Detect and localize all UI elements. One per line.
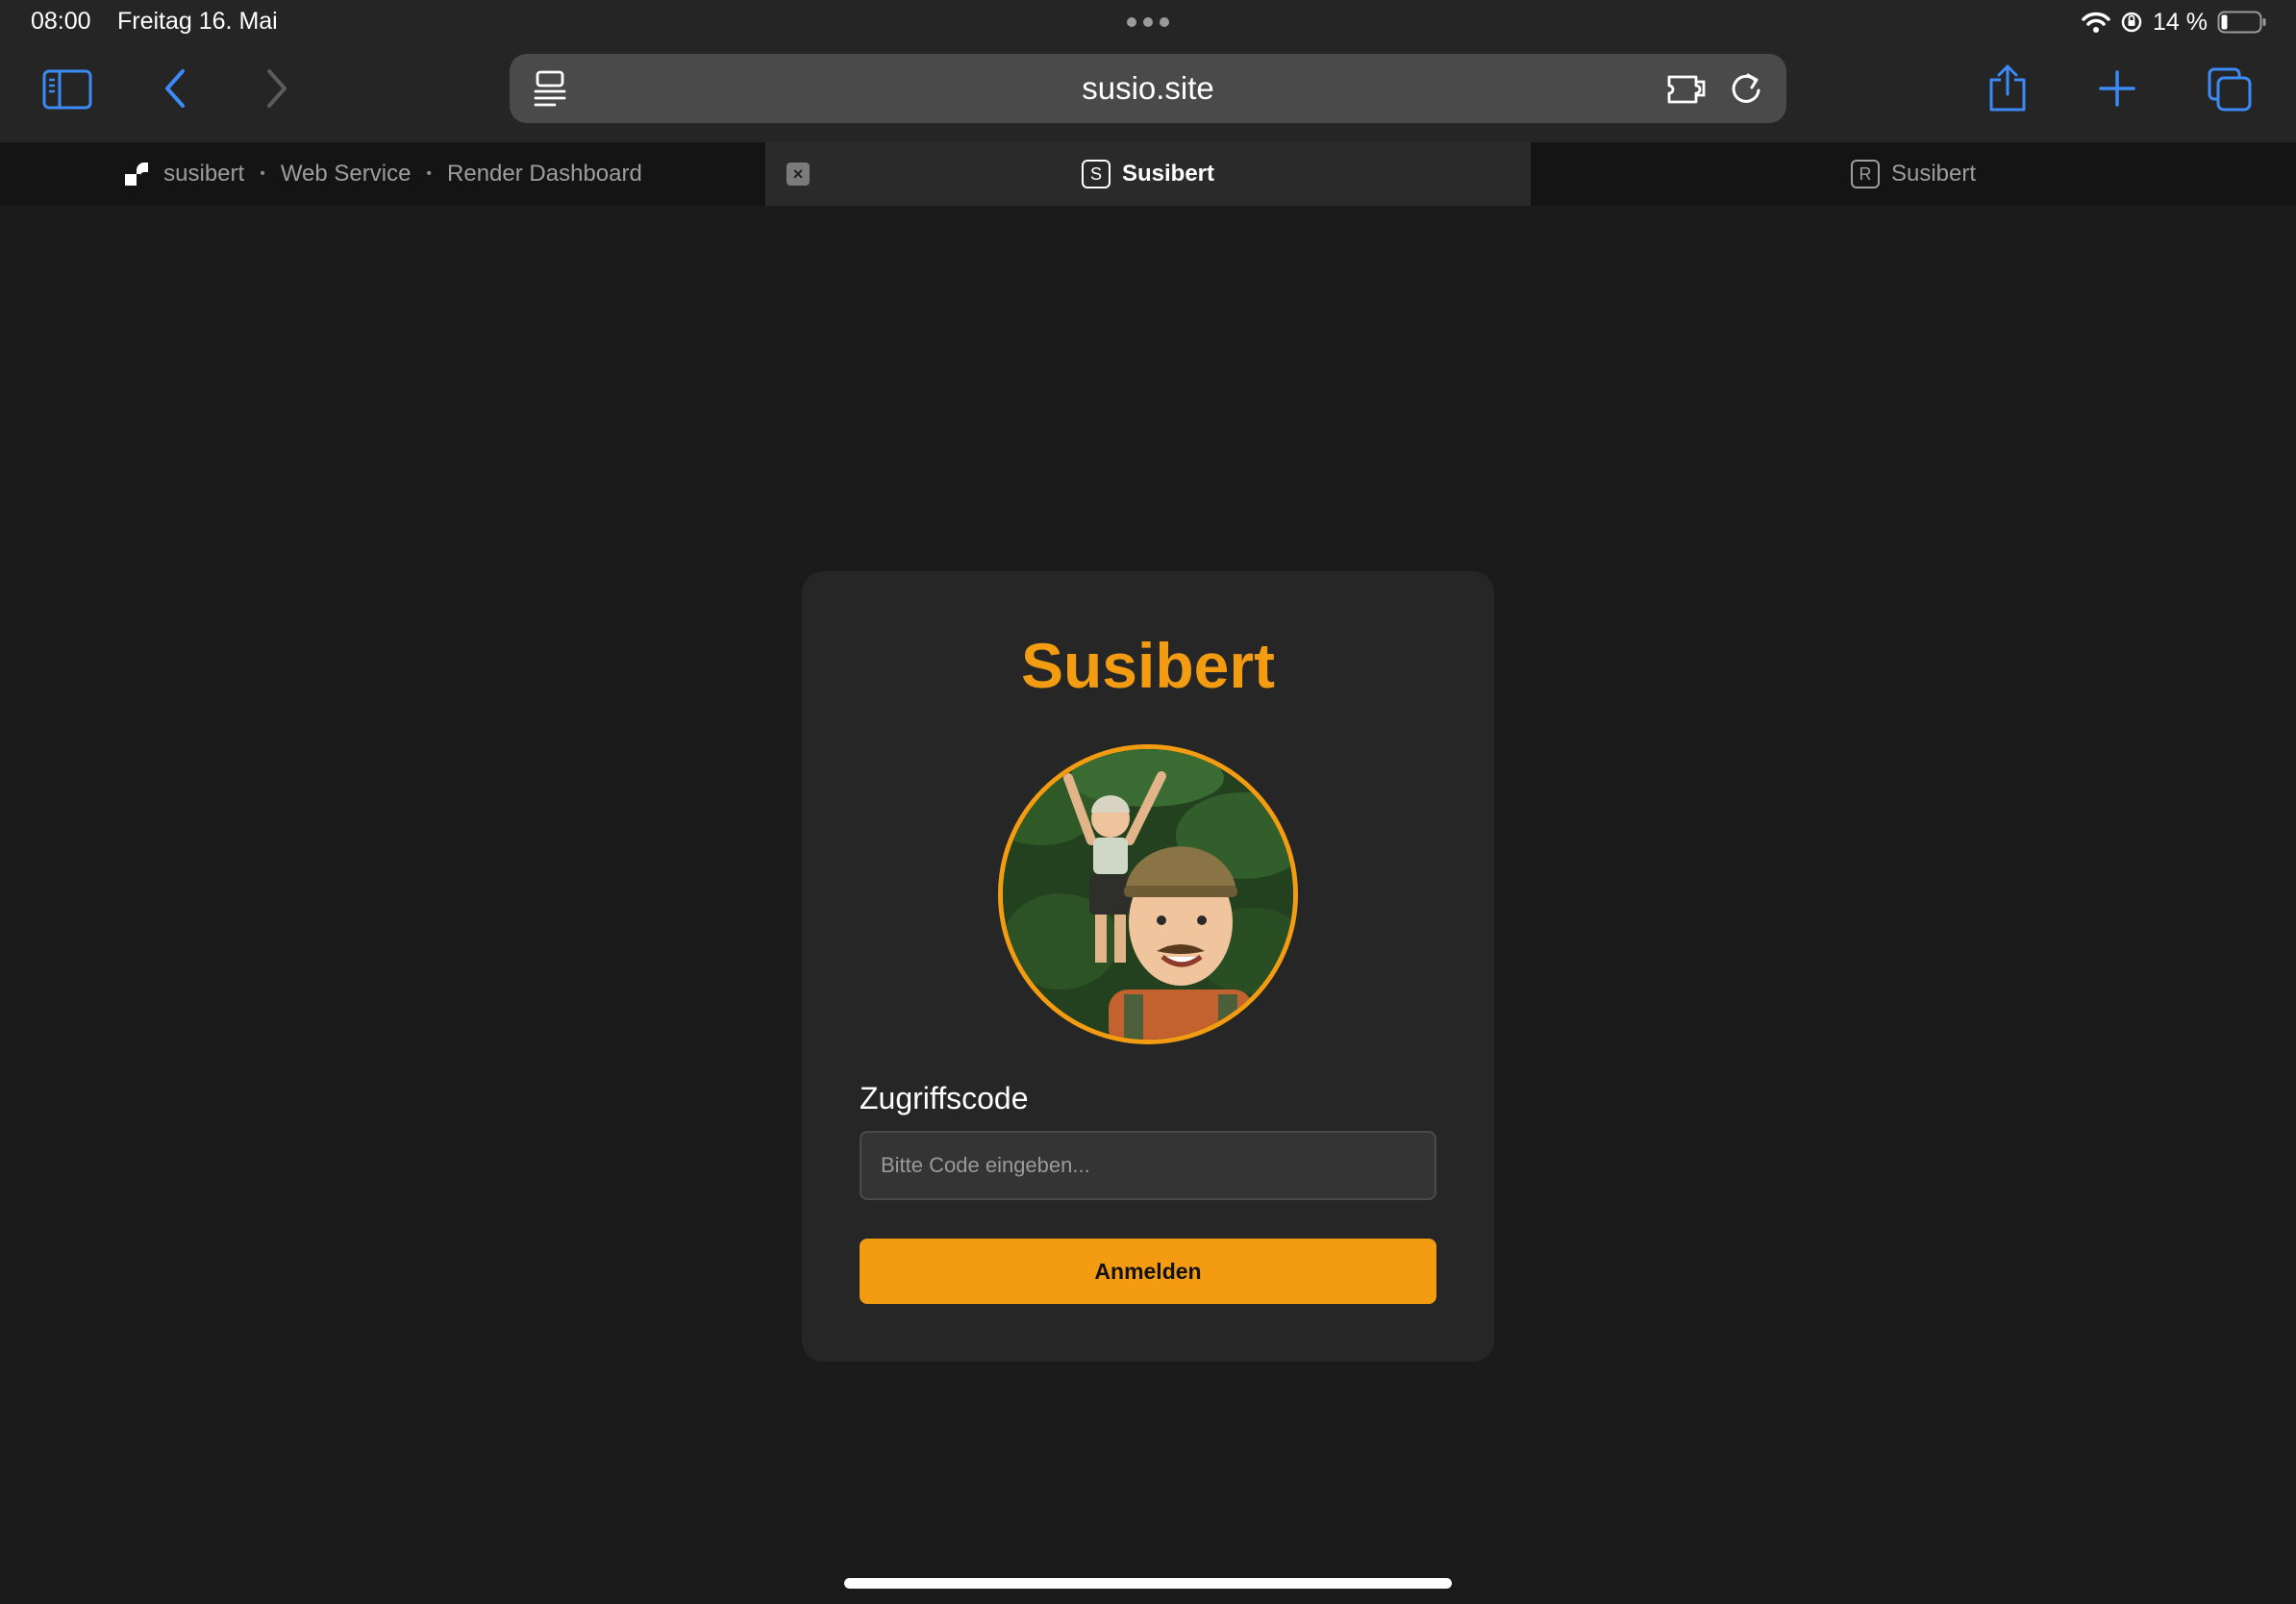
url-text[interactable]: susio.site — [510, 54, 1786, 123]
share-icon[interactable] — [1984, 62, 2031, 115]
wifi-icon — [2082, 11, 2110, 34]
tab-susibert[interactable]: R Susibert — [1531, 142, 2296, 206]
home-indicator[interactable] — [844, 1578, 1452, 1589]
login-card: Susibert Zugriffscode Bitte Code eingebe… — [802, 571, 1494, 1362]
battery-icon — [2217, 10, 2267, 35]
plus-icon[interactable] — [2096, 67, 2138, 110]
tabs-icon[interactable] — [2206, 65, 2254, 113]
back-icon[interactable] — [156, 65, 194, 112]
status-bar: 08:00 Freitag 16. Mai 14 % — [0, 0, 2296, 42]
battery-percentage: 14 % — [2153, 8, 2208, 36]
page-title: Susibert — [1020, 630, 1276, 701]
status-time: 08:00 — [31, 8, 91, 35]
access-code-input[interactable] — [860, 1131, 1436, 1200]
browser-toolbar: susio.site — [0, 42, 2296, 142]
login-button[interactable]: Anmelden — [860, 1239, 1436, 1304]
sidebar-icon[interactable] — [40, 67, 94, 112]
address-bar[interactable]: susio.site — [510, 54, 1786, 123]
status-indicators: 14 % — [2082, 6, 2267, 38]
tab-label: Susibert — [1121, 161, 1215, 187]
tab-susibert-active[interactable]: S Susibert — [765, 142, 1531, 206]
tab-close-icon[interactable]: × — [786, 163, 810, 186]
browser-chrome: 08:00 Freitag 16. Mai 14 % susio.site — [0, 0, 2296, 142]
render-logo-icon — [123, 161, 150, 188]
favicon-r-icon: R — [1850, 160, 1880, 188]
extension-icon[interactable] — [1665, 69, 1710, 108]
tab-label-part: susibert — [163, 161, 245, 187]
tab-render-dashboard[interactable]: susibert • Web Service • Render Dashboar… — [0, 142, 765, 206]
orientation-lock-icon — [2120, 11, 2143, 34]
tab-label-part: Web Service — [280, 161, 412, 187]
avatar — [998, 744, 1298, 1044]
forward-icon[interactable] — [258, 65, 296, 112]
status-date: Freitag 16. Mai — [117, 8, 278, 35]
access-code-label: Zugriffscode — [860, 1081, 1029, 1115]
multitasking-dots-icon[interactable] — [1127, 17, 1169, 27]
tab-separator: • — [260, 165, 265, 182]
tab-label: Susibert — [1890, 161, 1977, 187]
favicon-s-icon: S — [1081, 160, 1111, 188]
tab-separator: • — [426, 165, 433, 182]
tab-label-part: Render Dashboard — [447, 161, 642, 187]
tab-bar: susibert • Web Service • Render Dashboar… — [0, 142, 2296, 206]
reload-icon[interactable] — [1727, 69, 1765, 108]
